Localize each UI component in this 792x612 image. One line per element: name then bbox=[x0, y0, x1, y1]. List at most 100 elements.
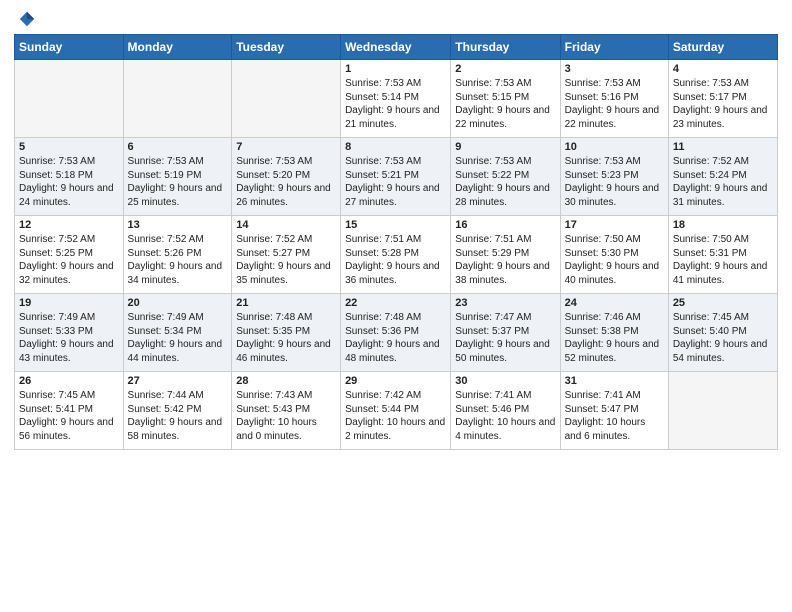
day-number: 11 bbox=[673, 141, 773, 153]
weekday-wednesday: Wednesday bbox=[341, 35, 451, 60]
day-number: 2 bbox=[455, 63, 555, 75]
day-details: Sunrise: 7:44 AM Sunset: 5:42 PM Dayligh… bbox=[128, 389, 228, 443]
day-number: 22 bbox=[345, 297, 446, 309]
day-details: Sunrise: 7:50 AM Sunset: 5:30 PM Dayligh… bbox=[565, 233, 664, 287]
day-details: Sunrise: 7:53 AM Sunset: 5:17 PM Dayligh… bbox=[673, 77, 773, 131]
day-number: 4 bbox=[673, 63, 773, 75]
calendar-cell: 2 Sunrise: 7:53 AM Sunset: 5:15 PM Daylig… bbox=[451, 60, 560, 138]
day-details: Sunrise: 7:45 AM Sunset: 5:40 PM Dayligh… bbox=[673, 311, 773, 365]
day-number: 17 bbox=[565, 219, 664, 231]
calendar-cell: 30 Sunrise: 7:41 AM Sunset: 5:46 PM Dayli… bbox=[451, 372, 560, 450]
weekday-friday: Friday bbox=[560, 35, 668, 60]
weekday-sunday: Sunday bbox=[15, 35, 124, 60]
calendar-cell: 13 Sunrise: 7:52 AM Sunset: 5:26 PM Dayli… bbox=[123, 216, 232, 294]
day-details: Sunrise: 7:49 AM Sunset: 5:33 PM Dayligh… bbox=[19, 311, 119, 365]
day-number: 5 bbox=[19, 141, 119, 153]
day-number: 12 bbox=[19, 219, 119, 231]
day-details: Sunrise: 7:53 AM Sunset: 5:20 PM Dayligh… bbox=[236, 155, 336, 209]
day-number: 23 bbox=[455, 297, 555, 309]
calendar-cell: 11 Sunrise: 7:52 AM Sunset: 5:24 PM Dayli… bbox=[668, 138, 777, 216]
day-details: Sunrise: 7:51 AM Sunset: 5:28 PM Dayligh… bbox=[345, 233, 446, 287]
calendar-cell bbox=[232, 60, 341, 138]
day-number: 7 bbox=[236, 141, 336, 153]
day-number: 3 bbox=[565, 63, 664, 75]
calendar-cell: 14 Sunrise: 7:52 AM Sunset: 5:27 PM Dayli… bbox=[232, 216, 341, 294]
calendar-cell bbox=[668, 372, 777, 450]
day-details: Sunrise: 7:49 AM Sunset: 5:34 PM Dayligh… bbox=[128, 311, 228, 365]
week-row-4: 19 Sunrise: 7:49 AM Sunset: 5:33 PM Dayli… bbox=[15, 294, 778, 372]
day-details: Sunrise: 7:53 AM Sunset: 5:23 PM Dayligh… bbox=[565, 155, 664, 209]
day-details: Sunrise: 7:53 AM Sunset: 5:22 PM Dayligh… bbox=[455, 155, 555, 209]
calendar-cell: 19 Sunrise: 7:49 AM Sunset: 5:33 PM Dayli… bbox=[15, 294, 124, 372]
day-details: Sunrise: 7:52 AM Sunset: 5:24 PM Dayligh… bbox=[673, 155, 773, 209]
day-number: 25 bbox=[673, 297, 773, 309]
calendar-cell: 3 Sunrise: 7:53 AM Sunset: 5:16 PM Daylig… bbox=[560, 60, 668, 138]
calendar-cell: 7 Sunrise: 7:53 AM Sunset: 5:20 PM Daylig… bbox=[232, 138, 341, 216]
day-number: 24 bbox=[565, 297, 664, 309]
page: SundayMondayTuesdayWednesdayThursdayFrid… bbox=[0, 0, 792, 612]
day-details: Sunrise: 7:42 AM Sunset: 5:44 PM Dayligh… bbox=[345, 389, 446, 443]
calendar-cell: 5 Sunrise: 7:53 AM Sunset: 5:18 PM Daylig… bbox=[15, 138, 124, 216]
logo bbox=[14, 10, 36, 28]
calendar-cell: 16Sunrise: 7:51 AM Sunset: 5:29 PM Dayli… bbox=[451, 216, 560, 294]
calendar-cell: 27 Sunrise: 7:44 AM Sunset: 5:42 PM Dayli… bbox=[123, 372, 232, 450]
day-details: Sunrise: 7:48 AM Sunset: 5:36 PM Dayligh… bbox=[345, 311, 446, 365]
calendar: SundayMondayTuesdayWednesdayThursdayFrid… bbox=[14, 34, 778, 450]
calendar-cell: 10 Sunrise: 7:53 AM Sunset: 5:23 PM Dayli… bbox=[560, 138, 668, 216]
day-number: 20 bbox=[128, 297, 228, 309]
day-details: Sunrise: 7:52 AM Sunset: 5:26 PM Dayligh… bbox=[128, 233, 228, 287]
calendar-cell: 25 Sunrise: 7:45 AM Sunset: 5:40 PM Dayli… bbox=[668, 294, 777, 372]
day-details: Sunrise: 7:53 AM Sunset: 5:21 PM Dayligh… bbox=[345, 155, 446, 209]
day-number: 9 bbox=[455, 141, 555, 153]
calendar-cell: 21 Sunrise: 7:48 AM Sunset: 5:35 PM Dayli… bbox=[232, 294, 341, 372]
day-details: Sunrise: 7:52 AM Sunset: 5:25 PM Dayligh… bbox=[19, 233, 119, 287]
calendar-cell: 20 Sunrise: 7:49 AM Sunset: 5:34 PM Dayli… bbox=[123, 294, 232, 372]
day-details: Sunrise: 7:41 AM Sunset: 5:46 PM Dayligh… bbox=[455, 389, 555, 443]
day-number: 29 bbox=[345, 375, 446, 387]
day-number: 27 bbox=[128, 375, 228, 387]
day-details: Sunrise: 7:46 AM Sunset: 5:38 PM Dayligh… bbox=[565, 311, 664, 365]
calendar-cell: 8 Sunrise: 7:53 AM Sunset: 5:21 PM Daylig… bbox=[341, 138, 451, 216]
week-row-5: 26Sunrise: 7:45 AM Sunset: 5:41 PM Dayli… bbox=[15, 372, 778, 450]
week-row-3: 12 Sunrise: 7:52 AM Sunset: 5:25 PM Dayli… bbox=[15, 216, 778, 294]
day-number: 14 bbox=[236, 219, 336, 231]
calendar-cell bbox=[15, 60, 124, 138]
day-number: 10 bbox=[565, 141, 664, 153]
calendar-cell: 26Sunrise: 7:45 AM Sunset: 5:41 PM Dayli… bbox=[15, 372, 124, 450]
day-number: 8 bbox=[345, 141, 446, 153]
calendar-cell bbox=[123, 60, 232, 138]
day-details: Sunrise: 7:43 AM Sunset: 5:43 PM Dayligh… bbox=[236, 389, 336, 443]
header bbox=[14, 10, 778, 28]
calendar-cell: 23 Sunrise: 7:47 AM Sunset: 5:37 PM Dayli… bbox=[451, 294, 560, 372]
day-number: 1 bbox=[345, 63, 446, 75]
calendar-cell: 18Sunrise: 7:50 AM Sunset: 5:31 PM Dayli… bbox=[668, 216, 777, 294]
day-details: Sunrise: 7:53 AM Sunset: 5:18 PM Dayligh… bbox=[19, 155, 119, 209]
weekday-monday: Monday bbox=[123, 35, 232, 60]
day-details: Sunrise: 7:47 AM Sunset: 5:37 PM Dayligh… bbox=[455, 311, 555, 365]
calendar-cell: 17 Sunrise: 7:50 AM Sunset: 5:30 PM Dayli… bbox=[560, 216, 668, 294]
day-number: 30 bbox=[455, 375, 555, 387]
calendar-cell: 12 Sunrise: 7:52 AM Sunset: 5:25 PM Dayli… bbox=[15, 216, 124, 294]
day-number: 18 bbox=[673, 219, 773, 231]
calendar-cell: 22 Sunrise: 7:48 AM Sunset: 5:36 PM Dayli… bbox=[341, 294, 451, 372]
day-details: Sunrise: 7:48 AM Sunset: 5:35 PM Dayligh… bbox=[236, 311, 336, 365]
day-details: Sunrise: 7:53 AM Sunset: 5:19 PM Dayligh… bbox=[128, 155, 228, 209]
calendar-cell: 4 Sunrise: 7:53 AM Sunset: 5:17 PM Daylig… bbox=[668, 60, 777, 138]
day-number: 13 bbox=[128, 219, 228, 231]
day-details: Sunrise: 7:52 AM Sunset: 5:27 PM Dayligh… bbox=[236, 233, 336, 287]
week-row-1: 1Sunrise: 7:53 AM Sunset: 5:14 PM Daylig… bbox=[15, 60, 778, 138]
day-number: 19 bbox=[19, 297, 119, 309]
day-number: 26 bbox=[19, 375, 119, 387]
calendar-cell: 6Sunrise: 7:53 AM Sunset: 5:19 PM Daylig… bbox=[123, 138, 232, 216]
weekday-tuesday: Tuesday bbox=[232, 35, 341, 60]
logo-icon bbox=[18, 10, 36, 28]
day-number: 21 bbox=[236, 297, 336, 309]
day-number: 31 bbox=[565, 375, 664, 387]
calendar-cell: 28Sunrise: 7:43 AM Sunset: 5:43 PM Dayli… bbox=[232, 372, 341, 450]
day-details: Sunrise: 7:53 AM Sunset: 5:15 PM Dayligh… bbox=[455, 77, 555, 131]
calendar-cell: 1Sunrise: 7:53 AM Sunset: 5:14 PM Daylig… bbox=[341, 60, 451, 138]
weekday-thursday: Thursday bbox=[451, 35, 560, 60]
calendar-cell: 9 Sunrise: 7:53 AM Sunset: 5:22 PM Daylig… bbox=[451, 138, 560, 216]
calendar-cell: 29 Sunrise: 7:42 AM Sunset: 5:44 PM Dayli… bbox=[341, 372, 451, 450]
day-details: Sunrise: 7:53 AM Sunset: 5:16 PM Dayligh… bbox=[565, 77, 664, 131]
